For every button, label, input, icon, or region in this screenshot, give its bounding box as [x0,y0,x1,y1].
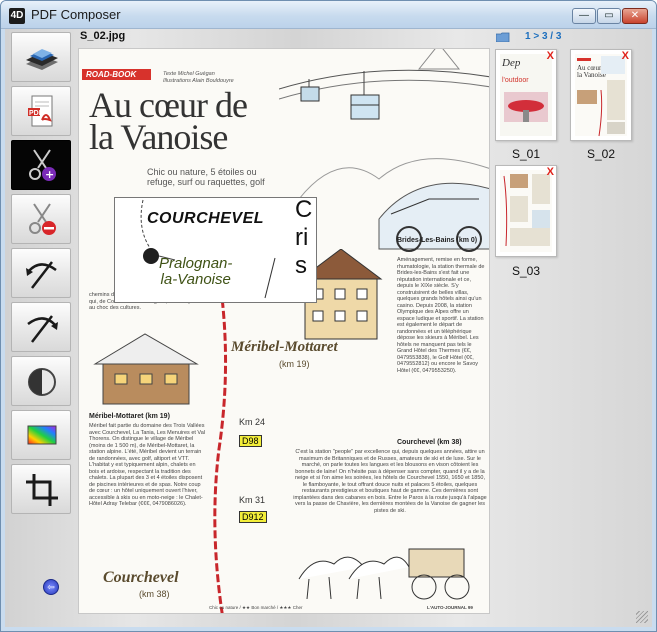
scan-button[interactable] [11,32,71,82]
horse-carriage-sketch [298,548,470,600]
page-footer-left: Chic ou nature / ★★ Bon marché / ★★★ Che… [209,605,303,610]
cut-remove-icon [29,203,56,235]
delete-s03-button[interactable]: X [547,166,554,178]
minimize-button[interactable]: — [572,8,596,24]
rotate-left-button[interactable] [11,248,71,298]
contrast-button[interactable] [11,356,71,406]
crop-button[interactable] [11,464,71,514]
thumbnail-label: S_03 [511,264,541,278]
article-credits: Texte Michel Guégan Illustrations Alain … [163,71,234,84]
article-deck: Chic ou nature, 5 étoiles ou refuge, sur… [147,167,265,187]
brides-heading: Brides-Les-Bains (km 0) [397,237,478,244]
meribel-km: (km 19) [279,359,310,369]
zoom-partial-text: C ri s [295,197,313,279]
meribel-text: Méribel fait partie du domaine des Trois… [89,423,205,507]
svg-text:PDF: PDF [29,110,44,117]
scanner-icon [26,49,58,70]
courchevel-km: (km 38) [139,589,170,599]
thumbnail-s01[interactable]: Dep l'outdoor X [495,49,557,141]
export-pdf-button[interactable]: PDF [11,86,71,136]
app-logo-icon: 4D [9,8,25,24]
close-button[interactable]: ✕ [622,8,648,24]
rotate-right-icon [27,315,58,343]
svg-text:+: + [45,168,54,181]
roadbook-banner: ROAD-BOOK [82,69,151,80]
magazine-page: ROAD-BOOK Texte Michel Guégan Illustrati… [79,49,489,613]
thumbnail-s03[interactable]: X [495,165,557,257]
d912-label: D912 [239,511,267,523]
svg-text:l'outdoor: l'outdoor [502,77,529,84]
color-icon [27,425,57,445]
km24-label: Km 24 [239,417,266,427]
thumbnail-label: S_01 [511,147,541,161]
d98-label: D98 [239,435,262,447]
resize-grip[interactable] [636,611,648,623]
meribel-heading: Méribel-Mottaret (km 19) [89,413,170,420]
page-footer-right: L'AUTO-JOURNAL 99 [427,605,473,610]
contrast-icon [28,368,56,396]
rotate-left-icon [26,261,57,289]
back-icon[interactable]: ⇦ [43,579,59,595]
route-line [213,289,228,613]
maximize-button[interactable]: ▭ [597,8,621,24]
page-counter: 1 > 3 / 3 [525,31,562,42]
meribel-script: Méribel-Mottaret [231,339,338,355]
rotate-right-button[interactable] [11,302,71,352]
zoom-courchevel-text: COURCHEVEL [147,210,265,227]
pdf-icon: PDF [28,95,53,127]
window-title: PDF Composer [31,7,121,22]
title-bar[interactable]: 4D PDF Composer — ▭ ✕ [1,1,656,29]
zoom-pralognan-text: Pralognan- la-Vanoise [159,255,233,288]
page-viewer[interactable]: ROAD-BOOK Texte Michel Guégan Illustrati… [78,48,490,614]
delete-s01-button[interactable]: X [547,50,554,62]
app-window: 4D PDF Composer — ▭ ✕ PDF + ⇦ S_02.jpg R… [0,0,657,632]
courchevel-heading: Courchevel (km 38) [397,439,462,446]
courchevel-text: C'est la station "people" par excellence… [293,449,487,514]
brides-text: Aménagement, remise en forme, rhumatolog… [397,257,485,374]
cut-remove-button[interactable] [11,194,71,244]
delete-s02-button[interactable]: X [622,50,629,62]
folder-icon[interactable] [496,32,510,42]
thumbnail-label: S_02 [586,147,616,161]
cut-add-icon: + [29,149,56,181]
cut-add-button[interactable]: + [11,140,71,190]
zoom-loupe[interactable]: COURCHEVEL Pralognan- la-Vanoise C ri s [114,197,317,303]
km31-label: Km 31 [239,495,266,505]
crop-icon [26,474,58,506]
color-button[interactable] [11,410,71,460]
client-area: PDF + ⇦ S_02.jpg ROAD-BOOK Texte Michel … [5,29,652,627]
current-file-name: S_02.jpg [80,30,126,42]
thumbnail-s02[interactable]: Au cœur de la Vanoise X [570,49,632,141]
svg-text:Dep: Dep [501,57,521,69]
chalet-sketch [93,333,199,405]
courchevel-script: Courchevel [103,569,179,586]
thumbnail-image: Au cœur de la Vanoise [575,54,627,137]
thumbnail-image: Dep l'outdoor [500,54,552,136]
article-headline: Au cœur de la Vanoise [89,85,248,157]
thumbnail-image [500,170,552,252]
